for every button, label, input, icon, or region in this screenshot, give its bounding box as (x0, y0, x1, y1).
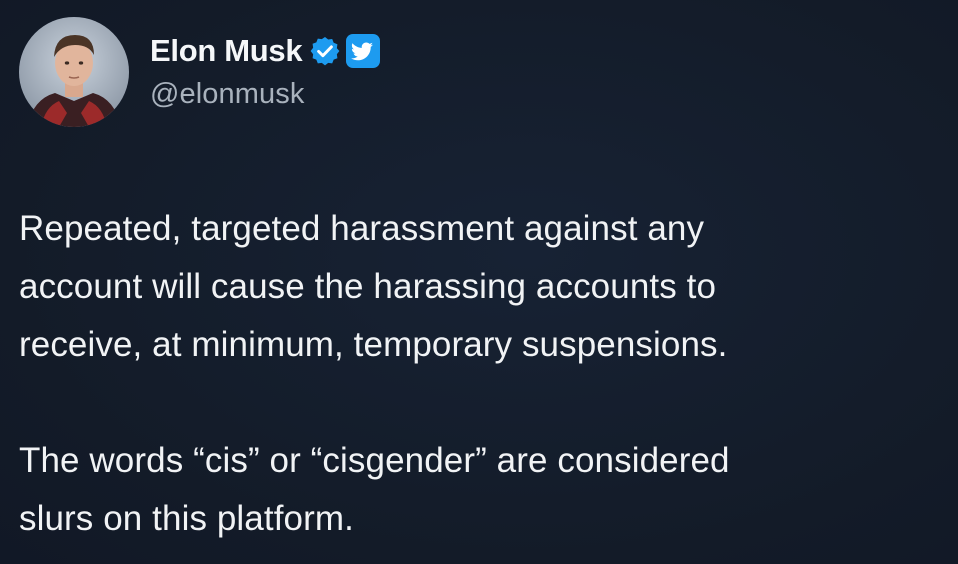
tweet-card: Elon Musk @elonmusk Repeated, targeted h… (0, 0, 958, 564)
author-handle[interactable]: @elonmusk (150, 78, 304, 111)
twitter-bird-icon (346, 34, 381, 68)
author-display-name[interactable]: Elon Musk (150, 33, 303, 69)
tweet-paragraph: The words “cis” or “cisgender” are consi… (19, 441, 730, 538)
tweet-paragraph: Repeated, targeted harassment against an… (19, 209, 728, 364)
author-name-row: Elon Musk (150, 30, 381, 72)
avatar-image (19, 17, 129, 127)
tweet-text: Repeated, targeted harassment against an… (19, 200, 939, 548)
verified-badge-icon (309, 35, 341, 67)
author-avatar[interactable] (19, 17, 129, 127)
